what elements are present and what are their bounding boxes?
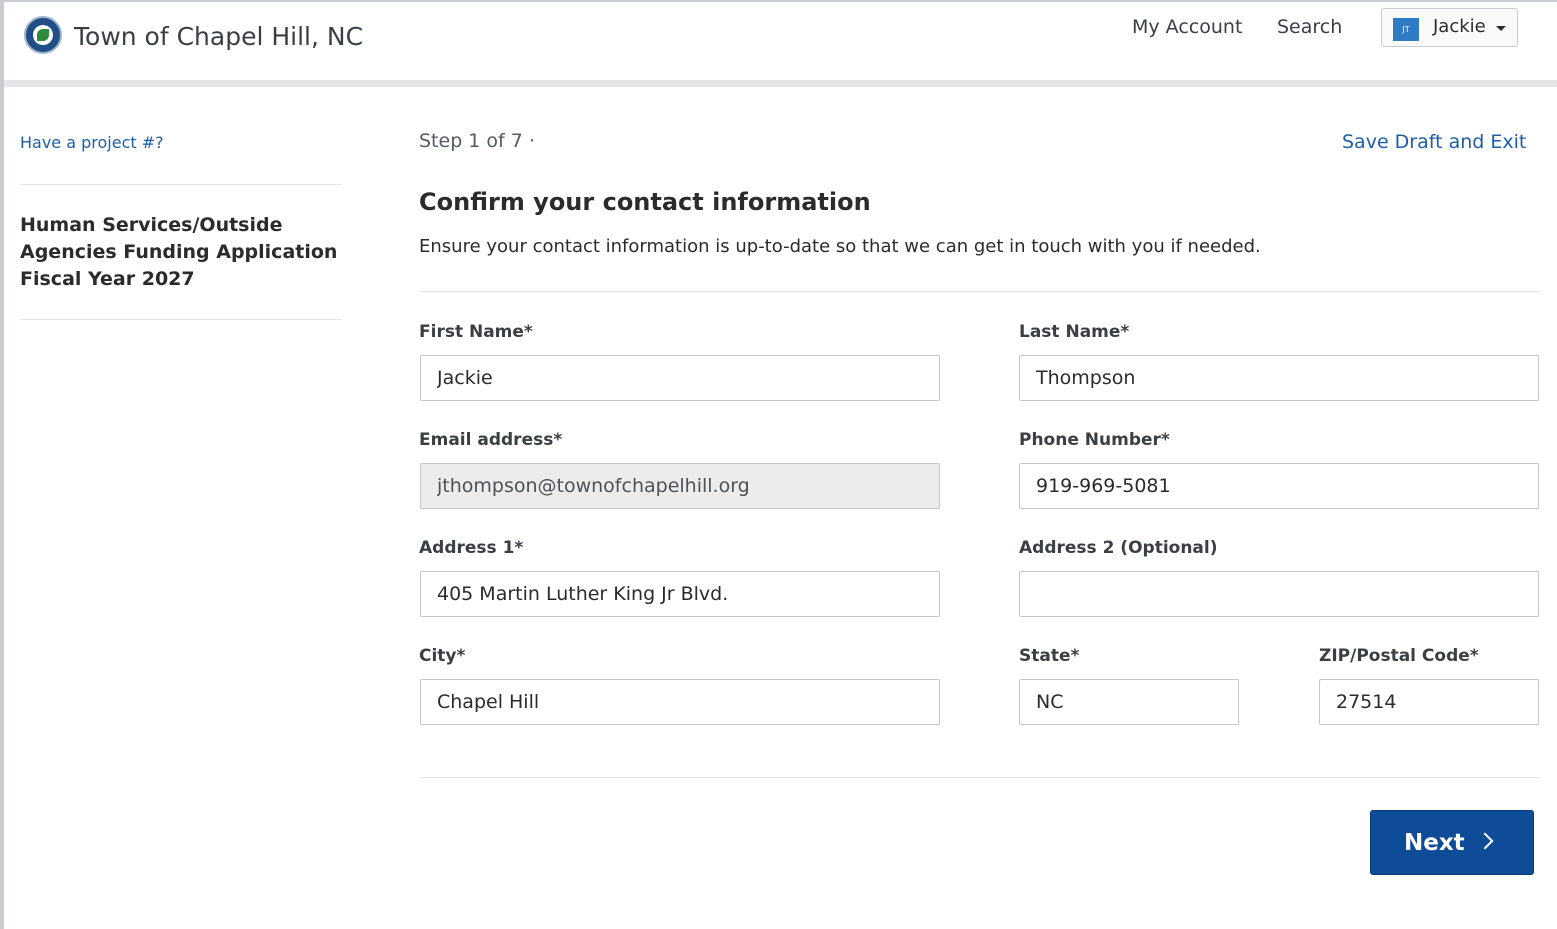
my-account-link[interactable]: My Account xyxy=(1132,16,1242,38)
last-name-label: Last Name* xyxy=(1019,322,1130,342)
last-name-field[interactable] xyxy=(1019,355,1539,401)
address1-label: Address 1* xyxy=(419,538,524,558)
city-field[interactable] xyxy=(420,679,940,725)
search-link[interactable]: Search xyxy=(1277,16,1342,38)
user-name: Jackie xyxy=(1433,16,1486,37)
header-separator xyxy=(4,80,1557,87)
chevron-right-icon xyxy=(1476,832,1494,850)
user-menu-dropdown[interactable]: JT Jackie xyxy=(1381,8,1518,47)
site-title[interactable]: Town of Chapel Hill, NC xyxy=(74,22,363,51)
email-field[interactable] xyxy=(420,463,940,509)
email-label: Email address* xyxy=(419,430,563,450)
step-indicator: Step 1 of 7 · xyxy=(419,130,535,152)
form-footer-divider xyxy=(419,777,1540,778)
phone-number-label: Phone Number* xyxy=(1019,430,1170,450)
window-left-border xyxy=(0,0,4,929)
city-label: City* xyxy=(419,646,466,666)
sidebar-divider xyxy=(20,184,341,185)
state-field[interactable] xyxy=(1019,679,1239,725)
section-divider xyxy=(419,291,1540,292)
next-button[interactable]: Next xyxy=(1370,810,1534,875)
page-description: Ensure your contact information is up-to… xyxy=(419,236,1261,257)
application-title: Human Services/Outside Agencies Funding … xyxy=(20,214,338,290)
sidebar-divider xyxy=(20,319,341,320)
caret-down-icon xyxy=(1496,26,1506,31)
first-name-field[interactable] xyxy=(420,355,940,401)
first-name-label: First Name* xyxy=(419,322,533,342)
page-title: Confirm your contact information xyxy=(419,188,871,216)
address2-label: Address 2 (Optional) xyxy=(1019,538,1218,558)
address2-field[interactable] xyxy=(1019,571,1539,617)
avatar: JT xyxy=(1393,18,1419,41)
town-seal-logo-icon[interactable] xyxy=(24,16,62,54)
phone-number-field[interactable] xyxy=(1019,463,1539,509)
state-label: State* xyxy=(1019,646,1080,666)
save-draft-exit-link[interactable]: Save Draft and Exit xyxy=(1342,131,1526,153)
have-project-number-link[interactable]: Have a project #? xyxy=(20,133,164,152)
zip-code-label: ZIP/Postal Code* xyxy=(1319,646,1479,666)
next-button-label: Next xyxy=(1404,829,1465,856)
site-header: Town of Chapel Hill, NC My Account Searc… xyxy=(4,2,1557,80)
zip-code-field[interactable] xyxy=(1319,679,1539,725)
address1-field[interactable] xyxy=(420,571,940,617)
